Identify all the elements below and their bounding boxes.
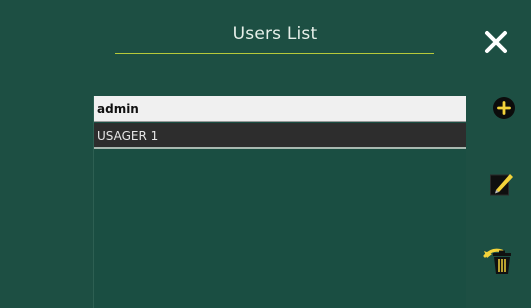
- add-user-icon: [493, 97, 515, 119]
- title-underline: [115, 53, 434, 54]
- user-name: USAGER 1: [97, 129, 159, 143]
- close-icon: [485, 31, 507, 53]
- user-name: admin: [97, 102, 139, 116]
- edit-user-icon: [490, 174, 513, 196]
- list-item-admin[interactable]: admin: [94, 96, 466, 122]
- delete-user-icon: [483, 248, 511, 274]
- users-list[interactable]: admin USAGER 1: [93, 96, 466, 308]
- close-button[interactable]: [482, 28, 510, 56]
- list-item-usager-1[interactable]: USAGER 1: [94, 123, 466, 149]
- add-user-button[interactable]: [492, 96, 516, 120]
- edit-user-button[interactable]: [489, 171, 515, 197]
- delete-user-button[interactable]: [482, 245, 516, 275]
- page-title: Users List: [232, 24, 318, 44]
